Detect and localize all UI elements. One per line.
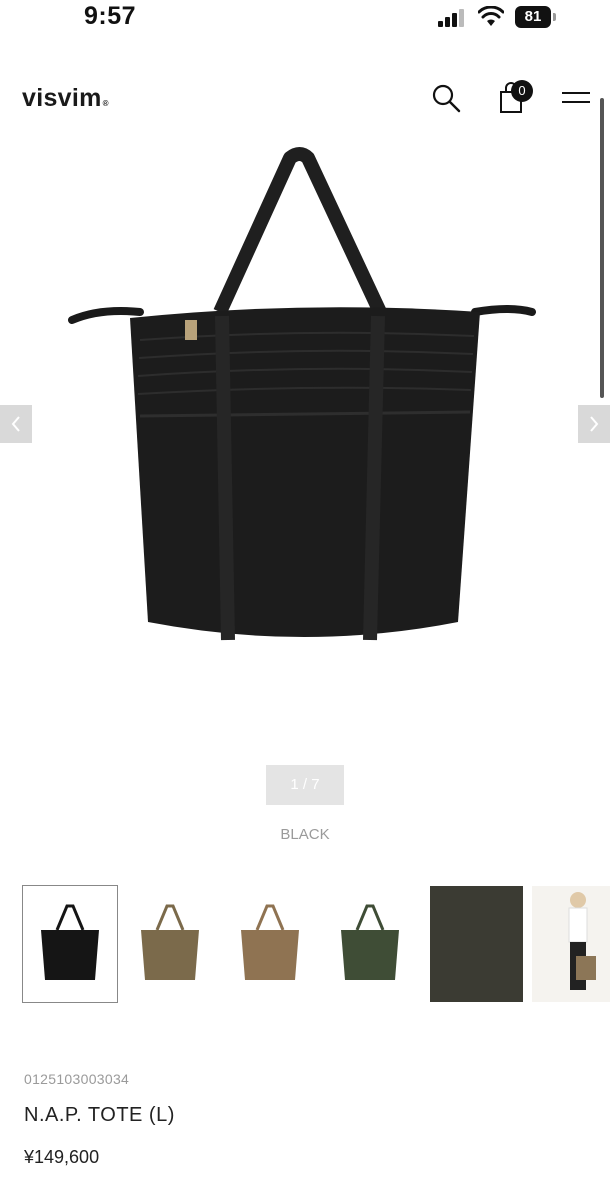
signal-icon xyxy=(438,9,464,27)
search-icon[interactable] xyxy=(430,82,462,114)
brand-logo[interactable]: visvim® xyxy=(22,84,109,113)
thumbnail-model[interactable] xyxy=(532,886,610,1002)
logo-registered-mark: ® xyxy=(102,99,109,108)
battery-cap xyxy=(553,13,556,21)
chevron-right-icon xyxy=(590,416,599,432)
battery-level: 81 xyxy=(515,6,551,28)
thumbnail-black[interactable] xyxy=(22,885,118,1003)
thumbnail-image xyxy=(141,904,199,980)
thumbnail-brown[interactable] xyxy=(223,886,317,1002)
cart-button[interactable]: 0 xyxy=(495,80,535,116)
previous-image-button[interactable] xyxy=(0,405,32,443)
thumbnail-khaki[interactable] xyxy=(123,886,217,1002)
page-scrollbar[interactable] xyxy=(600,98,604,398)
selected-color-label: BLACK xyxy=(280,826,330,843)
thumbnail-olive[interactable] xyxy=(323,886,417,1002)
product-price: ¥149,600 xyxy=(24,1147,100,1167)
wifi-icon xyxy=(478,6,504,26)
battery-icon: 81 xyxy=(515,6,557,28)
thumbnail-image xyxy=(41,904,99,980)
thumbnail-image xyxy=(532,886,610,1002)
next-image-button[interactable] xyxy=(578,405,610,443)
product-code: 0125103003034 xyxy=(24,1071,130,1087)
thumbnail-image xyxy=(241,904,299,980)
thumbnail-fabric-swatch[interactable] xyxy=(430,886,523,1002)
logo-text: visvim xyxy=(22,84,102,112)
product-name: N.A.P. TOTE (L) xyxy=(24,1104,175,1126)
thumbnail-image xyxy=(430,886,523,1002)
image-page-indicator: 1 / 7 xyxy=(266,765,344,805)
thumbnail-image xyxy=(341,904,399,980)
menu-icon[interactable] xyxy=(561,88,591,108)
cart-count-badge: 0 xyxy=(511,80,533,102)
status-time: 9:57 xyxy=(84,2,137,30)
product-main-image[interactable] xyxy=(60,140,550,700)
chevron-left-icon xyxy=(11,416,20,432)
